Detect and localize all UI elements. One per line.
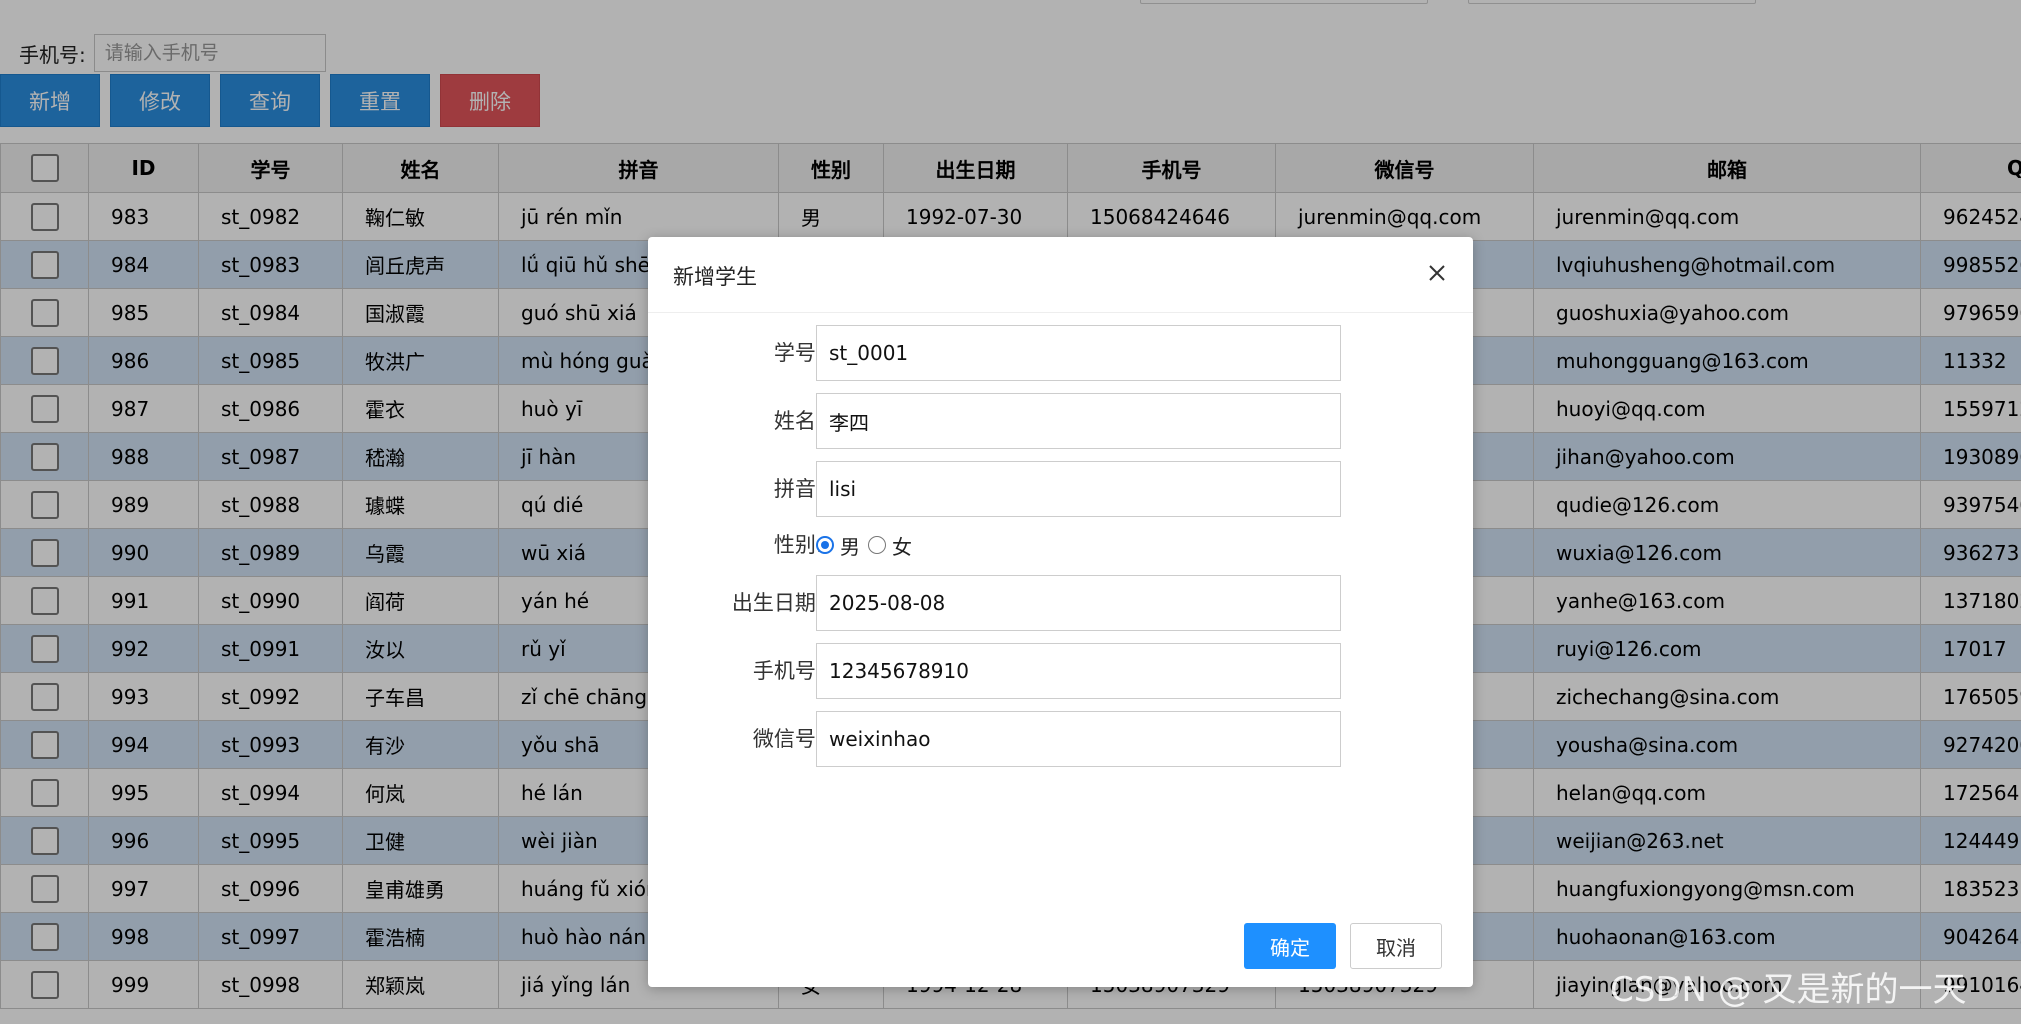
confirm-button[interactable]: 确定 [1244, 923, 1336, 969]
gender-male-label: 男 [840, 534, 860, 559]
gender-radio-group: 男 女 [816, 517, 920, 573]
wechat-input[interactable] [816, 711, 1341, 767]
birth-label: 出生日期: [731, 591, 823, 615]
add-student-dialog: 新增学生 学号: 姓名: 拼音: 性别: 男 女 出生 [648, 237, 1473, 987]
watermark: CSDN @ 又是新的一天 [1610, 970, 1967, 1010]
gender-male-radio[interactable] [816, 536, 834, 554]
phone-input[interactable] [816, 643, 1341, 699]
student-no-input[interactable] [816, 325, 1341, 381]
page: 手机号: 新增 修改 查询 重置 删除 ID学号姓名拼音性别出生日期手机号微信号… [0, 0, 2021, 1024]
form-row-birth: 出生日期: [648, 575, 1473, 631]
gender-female-label: 女 [892, 534, 912, 559]
form-row-pinyin: 拼音: [648, 461, 1473, 517]
name-input[interactable] [816, 393, 1341, 449]
birth-date-input[interactable] [816, 575, 1341, 631]
pinyin-input[interactable] [816, 461, 1341, 517]
gender-female-radio[interactable] [868, 536, 886, 554]
dialog-title: 新增学生 [673, 265, 757, 289]
dialog-header: 新增学生 [648, 237, 1473, 313]
form-row-name: 姓名: [648, 393, 1473, 449]
form-row-student-no: 学号: [648, 325, 1473, 381]
close-icon[interactable] [1425, 261, 1449, 285]
cancel-button[interactable]: 取消 [1350, 923, 1442, 969]
form-row-wechat: 微信号: [648, 711, 1473, 767]
wechat-label: 微信号: [752, 727, 823, 751]
form-row-gender: 性别: 男 女 [648, 517, 1473, 573]
form-row-phone: 手机号: [648, 643, 1473, 699]
phone-label: 手机号: [752, 659, 823, 683]
